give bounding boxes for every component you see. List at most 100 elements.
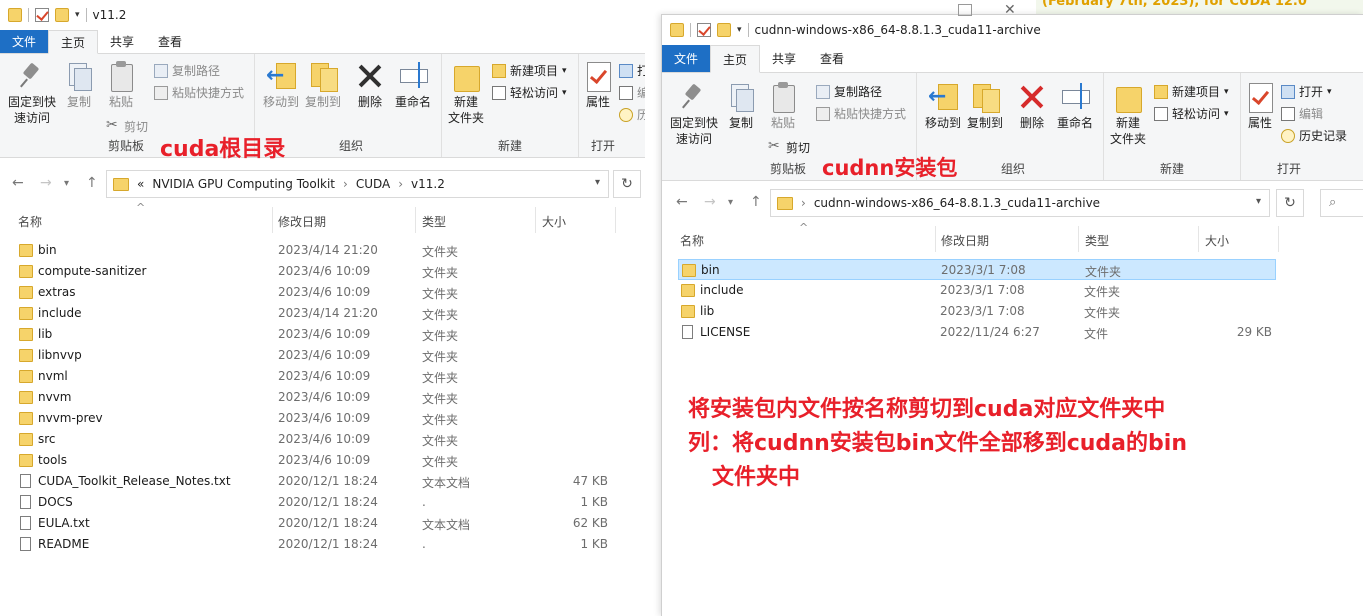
tab-home[interactable]: 主页	[48, 30, 99, 54]
properties-button[interactable]: 属性	[1245, 81, 1275, 131]
paste-shortcut-button[interactable]: 粘贴快捷方式	[816, 105, 906, 122]
column-divider[interactable]	[272, 207, 273, 233]
easy-access-button[interactable]: 轻松访问 ▾	[1154, 105, 1229, 122]
maximize-button[interactable]	[958, 4, 972, 16]
title-bar[interactable]: ▾ v11.2	[0, 0, 645, 30]
chevron-down-icon[interactable]: ▾	[75, 10, 80, 20]
address-box[interactable]: › cudnn-windows-x86_64-8.8.1.3_cuda11-ar…	[770, 189, 1270, 217]
back-arrow-icon[interactable]: ←	[12, 175, 24, 191]
properties-button[interactable]: 属性	[583, 60, 613, 110]
new-folder-button[interactable]: 新建 文件夹	[1108, 81, 1148, 147]
history-button[interactable]: 历史记录	[1281, 127, 1347, 144]
folder-row[interactable]: compute-sanitizer 2023/4/6 10:09 文件夹	[16, 261, 616, 282]
address-box[interactable]: « NVIDIA GPU Computing Toolkit › CUDA › …	[106, 170, 609, 198]
new-folder-quick-icon[interactable]	[55, 8, 69, 22]
file-row[interactable]: LICENSE 2022/11/24 6:27 文件 29 KB	[678, 322, 1276, 343]
up-arrow-icon[interactable]: ↑	[86, 175, 98, 191]
copy-button[interactable]: 复制	[724, 81, 758, 131]
back-arrow-icon[interactable]: ←	[676, 194, 688, 210]
column-divider[interactable]	[1198, 226, 1199, 252]
folder-row[interactable]: libnvvp 2023/4/6 10:09 文件夹	[16, 345, 616, 366]
column-header-type[interactable]: 类型	[422, 213, 446, 230]
title-bar[interactable]: ▾ cudnn-windows-x86_64-8.8.1.3_cuda11-ar…	[662, 15, 1363, 45]
cut-button[interactable]: 剪切	[106, 117, 148, 135]
folder-row[interactable]: include 2023/4/14 21:20 文件夹	[16, 303, 616, 324]
copy-path-button[interactable]: 复制路径	[816, 83, 882, 100]
forward-arrow-icon[interactable]: →	[704, 194, 716, 210]
column-divider[interactable]	[1278, 226, 1279, 252]
file-row[interactable]: EULA.txt 2020/12/1 18:24 文本文档 62 KB	[16, 513, 616, 534]
properties-quick-icon[interactable]	[697, 23, 711, 37]
easy-access-button[interactable]: 轻松访问 ▾	[492, 84, 567, 101]
folder-row[interactable]: extras 2023/4/6 10:09 文件夹	[16, 282, 616, 303]
new-folder-button[interactable]: 新建 文件夹	[446, 60, 486, 126]
folder-row[interactable]: lib 2023/3/1 7:08 文件夹	[678, 301, 1276, 322]
column-header-name[interactable]: 名称	[680, 232, 704, 249]
recent-locations-chevron-icon[interactable]: ▾	[728, 197, 733, 208]
open-button[interactable]: 打开 ▾	[1281, 83, 1332, 100]
tab-share[interactable]: 共享	[760, 45, 808, 72]
paste-button[interactable]: 粘贴	[104, 60, 138, 110]
refresh-button[interactable]: ↻	[1276, 189, 1304, 217]
folder-row[interactable]: include 2023/3/1 7:08 文件夹	[678, 280, 1276, 301]
folder-row[interactable]: lib 2023/4/6 10:09 文件夹	[16, 324, 616, 345]
folder-row[interactable]: tools 2023/4/6 10:09 文件夹	[16, 450, 616, 471]
tab-view[interactable]: 查看	[808, 45, 856, 72]
rename-button[interactable]: 重命名	[1053, 81, 1097, 131]
paste-button[interactable]: 粘贴	[766, 81, 800, 131]
rename-button[interactable]: 重命名	[391, 60, 435, 110]
column-header-type[interactable]: 类型	[1085, 232, 1109, 249]
column-divider[interactable]	[615, 207, 616, 233]
copy-path-button[interactable]: 复制路径	[154, 62, 220, 79]
column-header-size[interactable]: 大小	[542, 213, 566, 230]
move-to-button[interactable]: 移动到	[923, 81, 963, 131]
file-row[interactable]: README 2020/12/1 18:24. 1 KB	[16, 534, 616, 555]
pin-quick-access-button[interactable]: 固定到快 速访问	[6, 60, 58, 126]
close-icon[interactable]: ✕	[1004, 2, 1016, 18]
refresh-button[interactable]: ↻	[613, 170, 641, 198]
breadcrumb-item[interactable]: cudnn-windows-x86_64-8.8.1.3_cuda11-arch…	[814, 196, 1100, 210]
new-item-button[interactable]: 新建项目 ▾	[492, 62, 567, 79]
chevron-down-icon[interactable]: ▾	[1256, 196, 1261, 207]
folder-row[interactable]: nvvm 2023/4/6 10:09 文件夹	[16, 387, 616, 408]
delete-button[interactable]: 删除	[1015, 81, 1049, 131]
edit-button[interactable]: 编	[619, 84, 645, 101]
tab-file[interactable]: 文件	[0, 30, 49, 53]
copy-button[interactable]: 复制	[62, 60, 96, 110]
column-header-date[interactable]: 修改日期	[941, 232, 989, 249]
chevron-down-icon[interactable]: ▾	[737, 25, 742, 35]
folder-row[interactable]: src 2023/4/6 10:09 文件夹	[16, 429, 616, 450]
breadcrumb-item[interactable]: NVIDIA GPU Computing Toolkit	[152, 177, 335, 191]
forward-arrow-icon[interactable]: →	[40, 175, 52, 191]
column-divider[interactable]	[1078, 226, 1079, 252]
column-divider[interactable]	[415, 207, 416, 233]
folder-row[interactable]: bin 2023/4/14 21:20 文件夹	[16, 240, 616, 261]
tab-view[interactable]: 查看	[146, 30, 194, 53]
properties-quick-icon[interactable]	[35, 8, 49, 22]
edit-button[interactable]: 编辑	[1281, 105, 1323, 122]
new-item-button[interactable]: 新建项目 ▾	[1154, 83, 1229, 100]
history-button[interactable]: 历	[619, 106, 645, 123]
recent-locations-chevron-icon[interactable]: ▾	[64, 178, 69, 189]
tab-home[interactable]: 主页	[710, 45, 761, 73]
breadcrumb-item[interactable]: CUDA	[356, 177, 390, 191]
file-row[interactable]: DOCS 2020/12/1 18:24. 1 KB	[16, 492, 616, 513]
column-header-name[interactable]: 名称	[18, 213, 42, 230]
up-arrow-icon[interactable]: ↑	[750, 194, 762, 210]
move-to-button[interactable]: 移动到	[261, 60, 301, 110]
copy-to-button[interactable]: 复制到	[303, 60, 343, 110]
open-button[interactable]: 打	[619, 62, 645, 79]
folder-row[interactable]: bin 2023/3/1 7:08 文件夹	[678, 259, 1276, 280]
copy-to-button[interactable]: 复制到	[965, 81, 1005, 131]
pin-quick-access-button[interactable]: 固定到快 速访问	[668, 81, 720, 147]
tab-share[interactable]: 共享	[98, 30, 146, 53]
delete-button[interactable]: 删除	[353, 60, 387, 110]
column-header-size[interactable]: 大小	[1205, 232, 1229, 249]
file-row[interactable]: CUDA_Toolkit_Release_Notes.txt 2020/12/1 …	[16, 471, 616, 492]
cut-button[interactable]: 剪切	[768, 138, 810, 156]
tab-file[interactable]: 文件	[662, 45, 711, 72]
search-box[interactable]: ⌕	[1320, 189, 1363, 217]
folder-row[interactable]: nvml 2023/4/6 10:09 文件夹	[16, 366, 616, 387]
column-divider[interactable]	[535, 207, 536, 233]
column-header-date[interactable]: 修改日期	[278, 213, 326, 230]
